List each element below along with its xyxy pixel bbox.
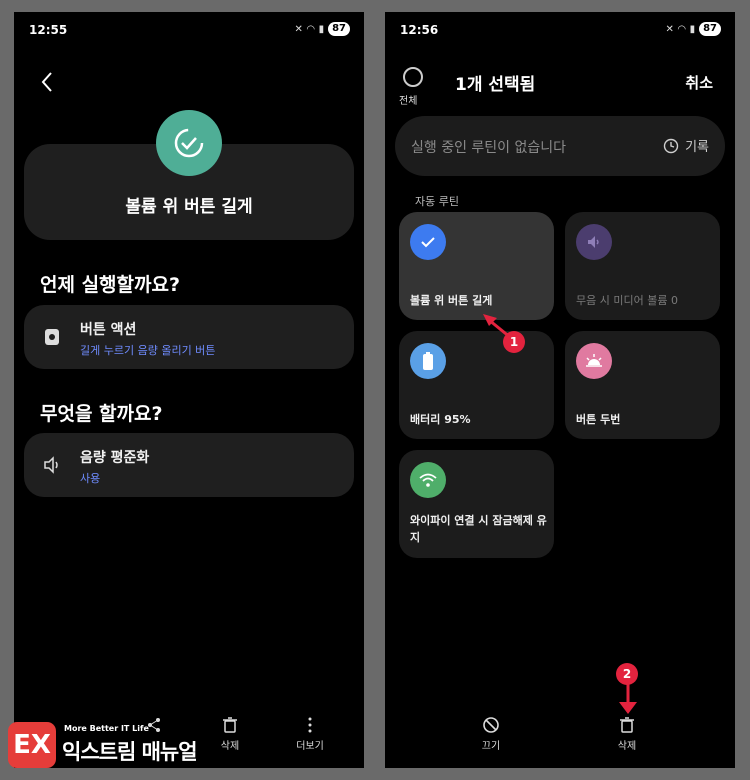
wifi-icon: [410, 462, 446, 498]
more-label: 더보기: [296, 741, 324, 752]
sunrise-icon: [576, 343, 612, 379]
block-icon: [483, 717, 499, 733]
battery-icon: [410, 343, 446, 379]
annotation-badge-2: 2: [616, 663, 638, 685]
status-icons: ✕ ◠ ▮ 87: [665, 22, 721, 36]
status-time: 12:55: [29, 23, 68, 37]
select-all-label: 전체: [399, 96, 418, 107]
delete-label: 삭제: [617, 741, 637, 752]
more-button[interactable]: 더보기: [280, 716, 340, 752]
do-heading: 무엇을 할까요?: [40, 403, 163, 425]
auto-routines-label: 자동 루틴: [415, 195, 459, 208]
signal-icon: ▮: [689, 23, 696, 35]
routine-tile-volume-up[interactable]: 볼륨 위 버튼 길게: [399, 212, 554, 320]
history-label: 기록: [685, 140, 709, 155]
running-routines-card: 실행 중인 루틴이 없습니다 기록: [395, 116, 725, 176]
turn-off-button[interactable]: 끄기: [461, 716, 521, 752]
wifi-status-icon: ◠: [677, 23, 686, 35]
battery-badge: 87: [328, 22, 350, 36]
clock-icon: [663, 138, 679, 153]
trash-icon: [223, 717, 237, 733]
button-gear-icon: [45, 329, 59, 345]
back-arrow-icon[interactable]: [38, 70, 58, 94]
select-all-checkbox[interactable]: [403, 67, 423, 87]
when-heading: 언제 실행할까요?: [40, 274, 180, 296]
routine-title: 볼륨 위 버튼 길게: [125, 197, 253, 217]
tile-label: 와이파이 연결 시 잠금해제 유지: [410, 514, 547, 544]
routine-tile-wifi-unlock[interactable]: 와이파이 연결 시 잠금해제 유지: [399, 450, 554, 558]
delete-label: 삭제: [220, 741, 240, 752]
battery-badge: 87: [699, 22, 721, 36]
history-button[interactable]: 기록: [663, 136, 709, 155]
signal-icon: ▮: [318, 23, 325, 35]
tile-label: 무음 시 미디어 볼륨 0: [576, 294, 678, 307]
selection-count-title: 1개 선택됨: [455, 75, 536, 95]
watermark-mark: EX: [8, 722, 56, 768]
left-screen: 12:55 ✕ ◠ ▮ 87 볼륨 위 버튼 길게 언제 실행할까요? 버튼 액…: [14, 12, 364, 768]
trigger-subtitle: 길게 누르기 음량 올리기 버튼: [80, 344, 216, 357]
action-subtitle: 사용: [80, 472, 101, 485]
status-bar: 12:56 ✕ ◠ ▮ 87: [385, 20, 735, 42]
speaker-icon: [44, 456, 58, 474]
action-card[interactable]: 음량 평준화 사용: [24, 433, 354, 497]
status-bar: 12:55 ✕ ◠ ▮ 87: [14, 20, 364, 42]
mute-icon: ✕: [665, 23, 674, 35]
routine-tile-double-press[interactable]: 버튼 두번: [565, 331, 720, 439]
check-icon: [410, 224, 446, 260]
tile-label: 볼륨 위 버튼 길게: [410, 294, 493, 307]
more-icon: [308, 717, 312, 733]
trigger-title: 버튼 액션: [80, 322, 137, 338]
wifi-status-icon: ◠: [306, 23, 315, 35]
annotation-badge-1: 1: [503, 331, 525, 353]
watermark-tagline: More Better IT Life: [64, 724, 149, 733]
trigger-card[interactable]: 버튼 액션 길게 누르기 음량 올리기 버튼: [24, 305, 354, 369]
empty-text: 실행 중인 루틴이 없습니다: [411, 140, 567, 156]
status-time: 12:56: [400, 23, 439, 37]
mute-icon: ✕: [294, 23, 303, 35]
trash-icon: [620, 717, 634, 733]
action-title: 음량 평준화: [80, 450, 150, 466]
turn-off-label: 끄기: [481, 741, 501, 752]
status-icons: ✕ ◠ ▮ 87: [294, 22, 350, 36]
tile-label: 배터리 95%: [410, 413, 471, 426]
speaker-icon: [576, 224, 612, 260]
tile-label: 버튼 두번: [576, 413, 621, 426]
watermark-name: 익스트림 매뉴얼: [62, 740, 198, 764]
routine-check-icon: [156, 110, 222, 176]
right-screen: 12:56 ✕ ◠ ▮ 87 전체 1개 선택됨 취소 실행 중인 루틴이 없습…: [385, 12, 735, 768]
cancel-button[interactable]: 취소: [685, 72, 713, 93]
watermark-logo: EX More Better IT Life 익스트림 매뉴얼: [8, 720, 208, 772]
delete-button[interactable]: 삭제: [200, 716, 260, 752]
routine-tile-silent-media[interactable]: 무음 시 미디어 볼륨 0: [565, 212, 720, 320]
delete-button[interactable]: 삭제: [597, 716, 657, 752]
bottom-toolbar: 끄기 삭제: [385, 702, 735, 768]
